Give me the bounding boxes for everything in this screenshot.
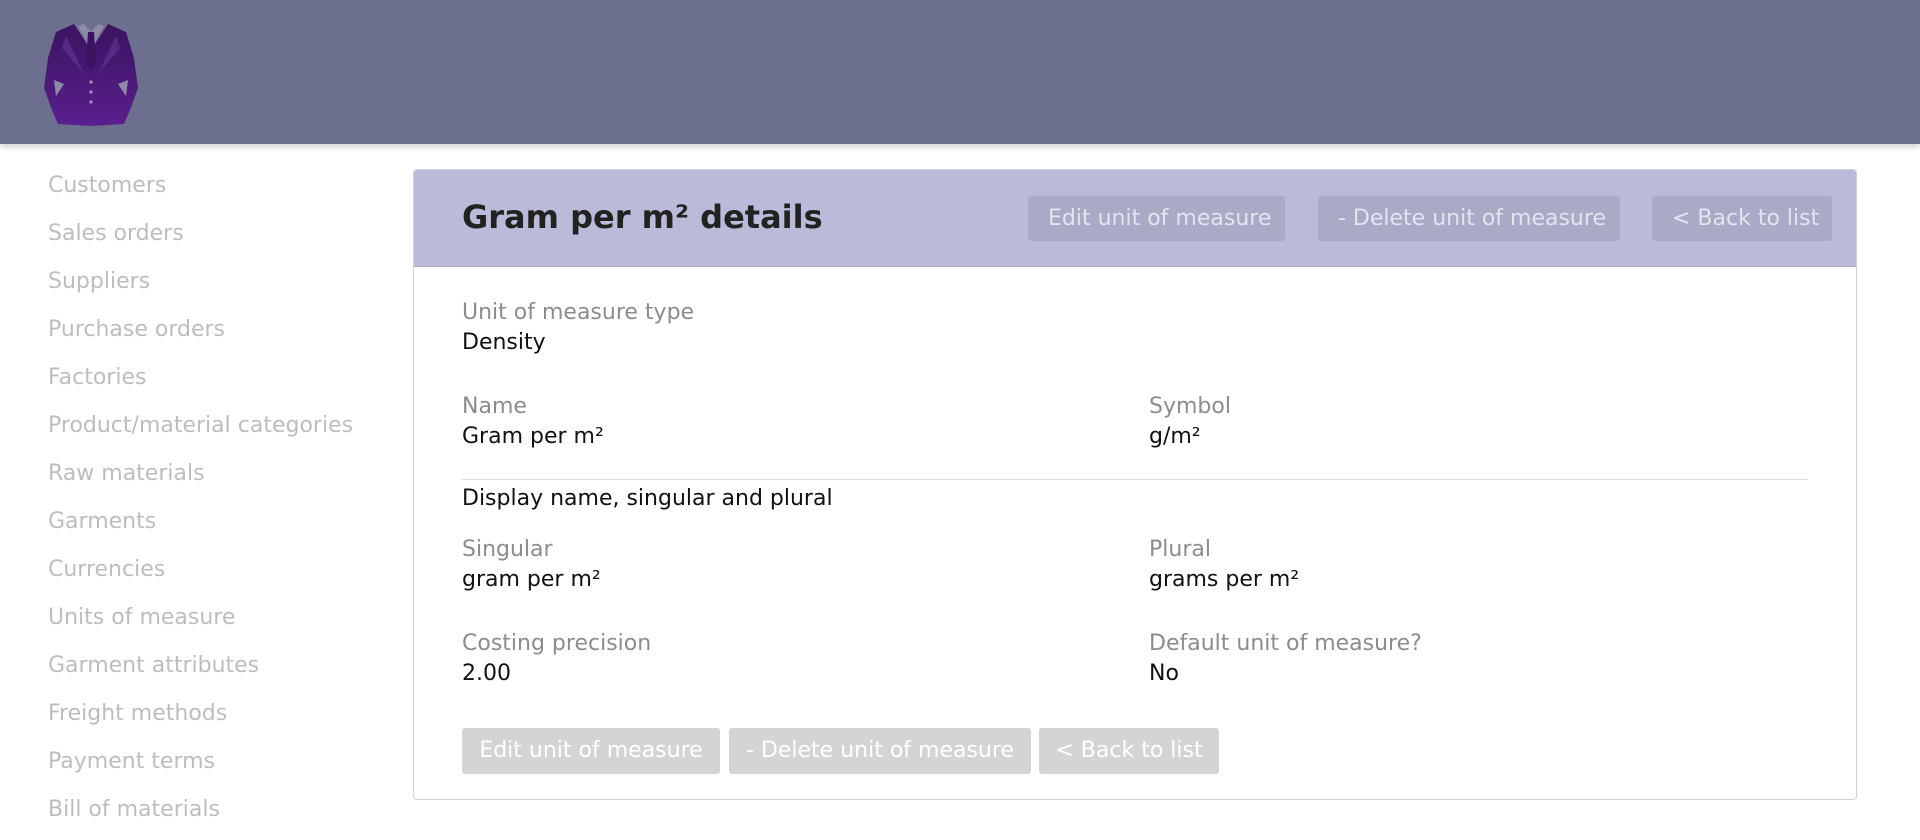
panel-header: Gram per m² details Edit unit of measure… [414, 170, 1856, 267]
field-label: Costing precision [462, 631, 652, 656]
sidebar-item-factories[interactable]: Factories [48, 360, 368, 408]
field-value: grams per m² [1149, 567, 1300, 592]
delete-uom-button-header[interactable]: - Delete unit of measure [1318, 196, 1620, 241]
field-name: Name Gram per m² [462, 392, 604, 452]
field-symbol: Symbol g/m² [1149, 392, 1231, 452]
display-name-section-title: Display name, singular and plural [462, 486, 833, 511]
sidebar-item-garments[interactable]: Garments [48, 504, 368, 552]
details-panel: Gram per m² details Edit unit of measure… [413, 169, 1857, 800]
field-label: Name [462, 394, 527, 419]
sidebar-item-currencies[interactable]: Currencies [48, 552, 368, 600]
field-value: Gram per m² [462, 424, 604, 449]
page-title: Gram per m² details [462, 198, 823, 236]
sidebar-item-suppliers[interactable]: Suppliers [48, 264, 368, 312]
field-singular: Singular gram per m² [462, 535, 601, 595]
top-bar [0, 0, 1920, 144]
field-uom-type: Unit of measure type Density [462, 298, 694, 358]
edit-uom-button-header[interactable]: Edit unit of measure [1028, 196, 1285, 241]
field-value: 2.00 [462, 661, 511, 686]
sidebar-item-garment-attributes[interactable]: Garment attributes [48, 648, 368, 696]
sidebar-item-raw-materials[interactable]: Raw materials [48, 456, 368, 504]
sidebar-item-customers[interactable]: Customers [48, 168, 368, 216]
field-label: Singular [462, 537, 553, 562]
back-to-list-button-header[interactable]: < Back to list [1652, 196, 1832, 241]
sidebar-item-units-of-measure[interactable]: Units of measure [48, 600, 368, 648]
field-label: Symbol [1149, 394, 1231, 419]
back-to-list-button[interactable]: < Back to list [1039, 728, 1219, 774]
field-plural: Plural grams per m² [1149, 535, 1299, 595]
field-label: Default unit of measure? [1149, 631, 1422, 656]
field-costing-precision: Costing precision 2.00 [462, 629, 651, 689]
sidebar-item-payment-terms[interactable]: Payment terms [48, 744, 368, 792]
section-divider [462, 479, 1808, 480]
field-default-uom: Default unit of measure? No [1149, 629, 1422, 689]
field-label: Plural [1149, 537, 1211, 562]
sidebar-item-purchase-orders[interactable]: Purchase orders [48, 312, 368, 360]
field-value: gram per m² [462, 567, 601, 592]
delete-uom-button[interactable]: - Delete unit of measure [729, 728, 1031, 774]
sidebar-item-product-material-categories[interactable]: Product/material categories [48, 408, 368, 456]
suit-jacket-icon[interactable] [44, 22, 138, 126]
sidebar-item-sales-orders[interactable]: Sales orders [48, 216, 368, 264]
field-label: Unit of measure type [462, 300, 695, 325]
field-value: g/m² [1149, 424, 1201, 449]
field-value: Density [462, 330, 546, 355]
field-value: No [1149, 661, 1179, 686]
sidebar-item-freight-methods[interactable]: Freight methods [48, 696, 368, 744]
sidebar-nav: Customers Sales orders Suppliers Purchas… [48, 168, 368, 840]
edit-uom-button[interactable]: Edit unit of measure [462, 728, 720, 774]
